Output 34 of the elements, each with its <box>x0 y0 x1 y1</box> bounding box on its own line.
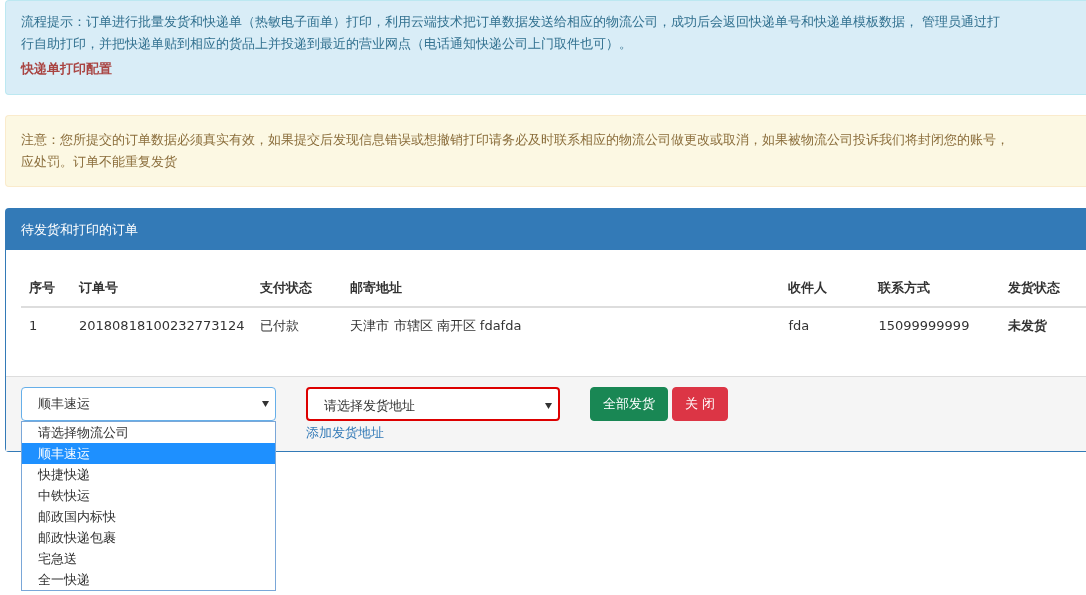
dropdown-option[interactable]: 邮政快递包裹 <box>22 527 275 548</box>
config-link[interactable]: 快递单打印配置 <box>21 59 112 79</box>
column-header: 订单号 <box>71 270 253 307</box>
column-header: 支付状态 <box>252 270 343 307</box>
column-header: 收件人 <box>780 270 871 307</box>
add-address-link[interactable]: 添加发货地址 <box>306 423 384 443</box>
dropdown-option[interactable]: 中铁快运 <box>22 485 275 506</box>
table-cell: 15099999999 <box>870 306 1001 343</box>
table-cell: 已付款 <box>252 306 343 343</box>
column-header: 发货状态 <box>1000 270 1086 307</box>
warning-text: 注意：您所提交的订单数据必须真实有效，如果提交后发现信息错误或想撤销打印请务必及时联系相应的物流公司做更改或取消，如果被物流公司投诉我们将封闭您的账号， <box>21 131 1010 149</box>
table-cell: fda <box>780 306 871 343</box>
dropdown-option[interactable]: 宅急送 <box>22 548 275 569</box>
dropdown-option[interactable]: 快捷快递 <box>22 464 275 485</box>
address-select[interactable]: 请选择发货地址 <box>306 387 560 421</box>
info-text: 行自助打印，并把快递单贴到相应的货品上并投递到最近的营业网点（电话通知快递公司上门取件也可）。 <box>21 35 633 53</box>
panel-title: 待发货和打印的订单 <box>21 222 138 237</box>
caret-icon <box>262 401 269 407</box>
table-cell: 1 <box>21 306 71 343</box>
close-button[interactable]: 关 闭 <box>672 387 729 421</box>
dropdown-option[interactable]: 请选择物流公司 <box>22 422 275 443</box>
ship-all-button[interactable]: 全部发货 <box>590 387 668 421</box>
table-cell: 未发货 <box>1000 306 1086 343</box>
caret-icon <box>545 403 552 409</box>
carrier-select[interactable]: 顺丰速运 <box>21 387 276 421</box>
column-header: 邮寄地址 <box>342 270 781 307</box>
warning-text: 应处罚。订单不能重复发货 <box>21 153 178 171</box>
dropdown-option[interactable]: 邮政国内标快 <box>22 506 275 527</box>
info-text: 流程提示：订单进行批量发货和快递单（热敏电子面单）打印，利用云端技术把订单数据发送给相应的物流公司，成功后会返回快递单号和快递单模板数据， 管理员通过打 <box>21 13 1002 31</box>
column-header: 联系方式 <box>870 270 1001 307</box>
column-header: 序号 <box>21 270 71 307</box>
table-cell: 20180818100232773124 <box>71 306 253 343</box>
dropdown-option[interactable]: 全一快递 <box>22 569 275 590</box>
table-cell: 天津市 市辖区 南开区 fdafda <box>342 306 781 343</box>
